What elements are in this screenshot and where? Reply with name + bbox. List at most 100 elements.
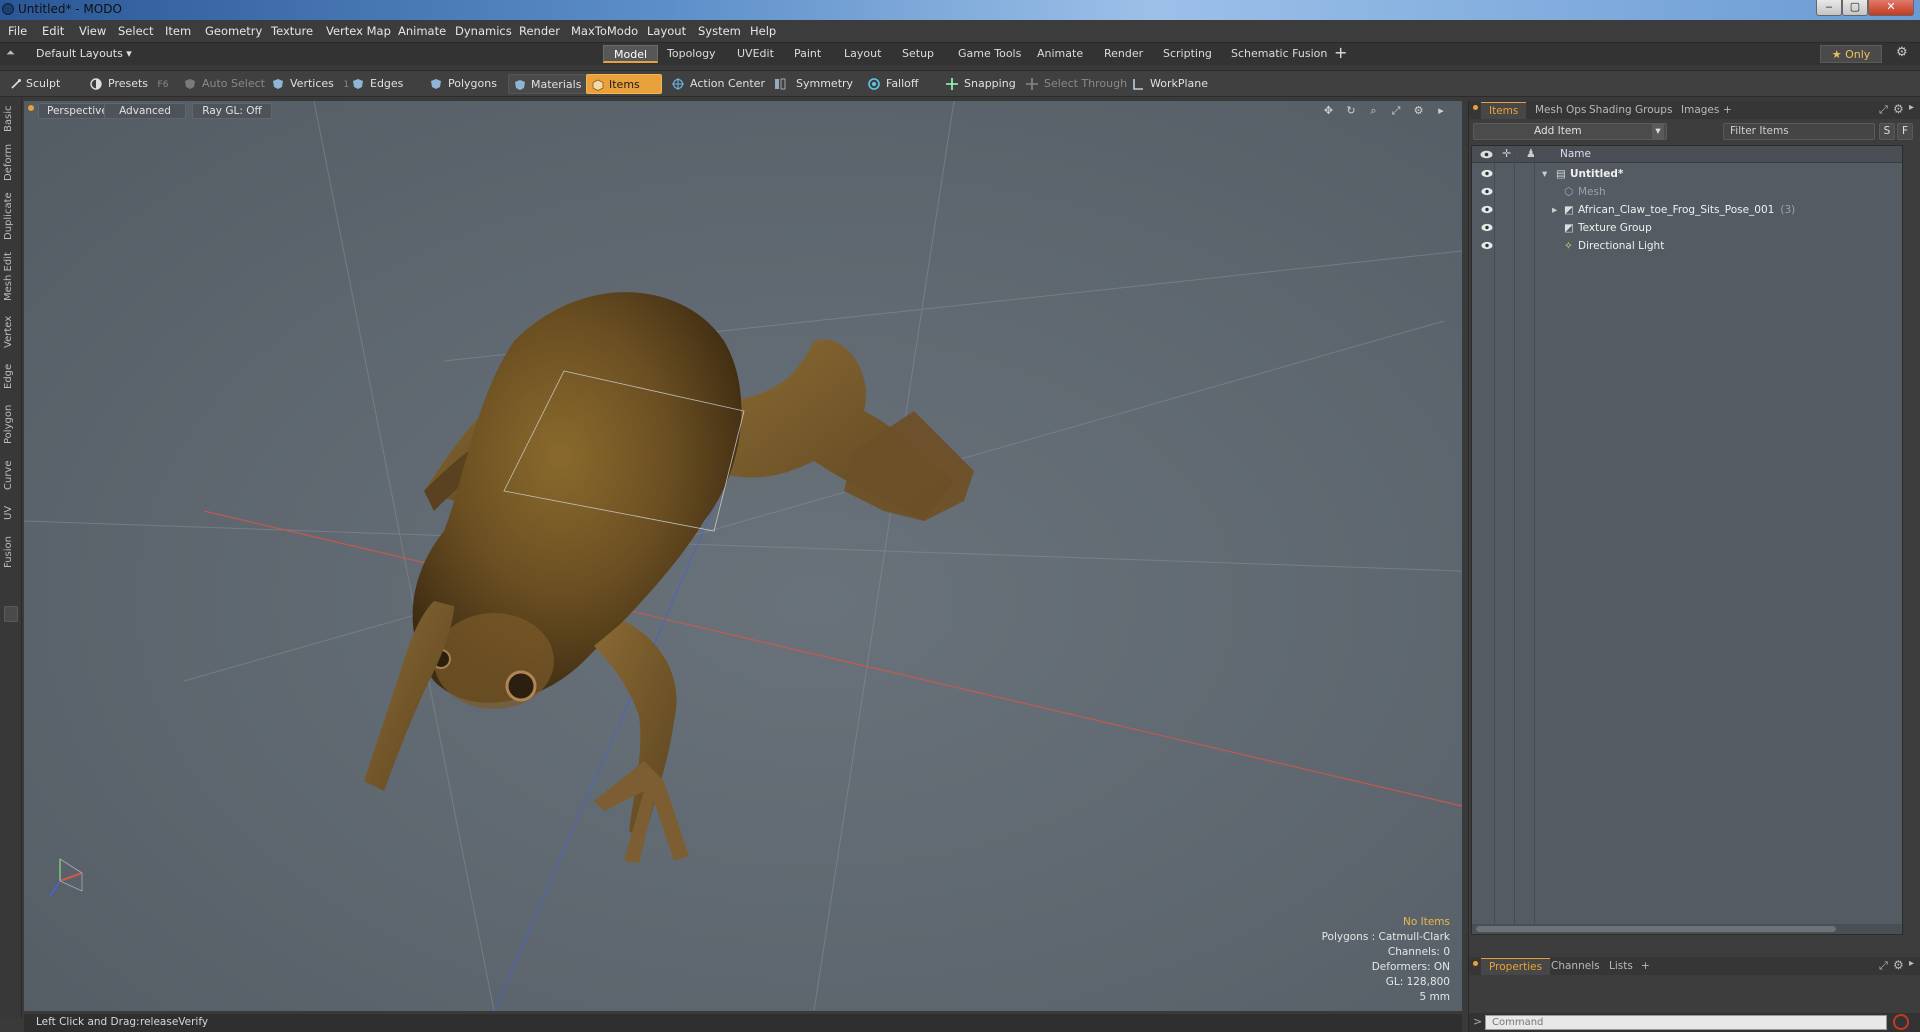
- visibility-eye-icon[interactable]: [1481, 241, 1493, 250]
- filter-s-button[interactable]: S: [1879, 123, 1895, 140]
- raygl-toggle[interactable]: Ray GL: Off: [192, 103, 272, 119]
- menu-geometry[interactable]: Geometry: [205, 24, 262, 38]
- viewport-expand-icon[interactable]: ▸: [1434, 104, 1448, 118]
- viewport-settings-icon[interactable]: ⚙: [1412, 104, 1426, 118]
- vtab-duplicate[interactable]: Duplicate: [3, 190, 19, 242]
- collapse-arrow-icon[interactable]: ▾: [1542, 165, 1547, 183]
- panel-expand-icon[interactable]: ⤢: [1879, 959, 1888, 973]
- vtab-edge[interactable]: Edge: [3, 360, 19, 392]
- tab-items[interactable]: Items: [1481, 102, 1527, 119]
- workplane-button[interactable]: WorkPlane: [1130, 74, 1208, 94]
- maximize-button[interactable]: ▢: [1842, 0, 1868, 16]
- items-mode-button[interactable]: Items: [586, 74, 662, 94]
- vtab-fusion[interactable]: Fusion: [3, 532, 19, 572]
- panel-arrow-icon[interactable]: ▸: [1909, 958, 1914, 969]
- menu-maxtomodo[interactable]: MaxToModo: [571, 24, 638, 38]
- menu-help[interactable]: Help: [750, 24, 776, 38]
- tab-uvedit[interactable]: UVEdit: [727, 45, 784, 63]
- panel-gear-icon[interactable]: ⚙: [1893, 958, 1904, 972]
- lock-column-icon[interactable]: ✛: [1502, 147, 1511, 160]
- tab-scripting[interactable]: Scripting: [1153, 45, 1222, 63]
- list-item-directional-light[interactable]: ✧ Directional Light: [1472, 237, 1902, 255]
- menu-texture[interactable]: Texture: [271, 24, 313, 38]
- menu-item[interactable]: Item: [165, 24, 191, 38]
- tab-paint[interactable]: Paint: [784, 45, 831, 63]
- vertices-button[interactable]: Vertices 1: [270, 74, 349, 94]
- frog-model[interactable]: [364, 292, 974, 863]
- visibility-eye-icon[interactable]: [1481, 205, 1493, 214]
- snapping-button[interactable]: Snapping: [944, 74, 1016, 94]
- fit-view-icon[interactable]: ⤢: [1389, 104, 1403, 118]
- tab-setup[interactable]: Setup: [892, 45, 944, 63]
- command-input[interactable]: Command: [1485, 1015, 1887, 1030]
- action-center-button[interactable]: Action Center: [670, 74, 765, 94]
- menu-render[interactable]: Render: [519, 24, 560, 38]
- add-layout-tab-button[interactable]: +: [1334, 43, 1347, 62]
- layout-pin-icon[interactable]: ⏶: [6, 46, 15, 60]
- command-stop-icon[interactable]: [1893, 1014, 1909, 1030]
- materials-button[interactable]: Materials: [508, 74, 589, 94]
- menu-file[interactable]: File: [8, 24, 27, 38]
- tab-model[interactable]: Model: [603, 45, 659, 63]
- vtab-deform[interactable]: Deform: [3, 142, 19, 182]
- tab-animate[interactable]: Animate: [1027, 45, 1093, 63]
- vtab-polygon[interactable]: Polygon: [3, 400, 19, 448]
- tab-topology[interactable]: Topology: [657, 45, 726, 63]
- panel-gear-icon[interactable]: ⚙: [1893, 102, 1904, 116]
- close-window-button[interactable]: ✕: [1868, 0, 1914, 16]
- symmetry-button[interactable]: Symmetry: [772, 74, 853, 94]
- falloff-button[interactable]: Falloff: [866, 74, 918, 94]
- tab-render[interactable]: Render: [1094, 45, 1153, 63]
- sculpt-button[interactable]: Sculpt: [8, 74, 60, 94]
- tab-game-tools[interactable]: Game Tools: [948, 45, 1031, 63]
- list-item-frog-mesh[interactable]: ▸ ◩ African_Claw_toe_Frog_Sits_Pose_001(…: [1472, 201, 1902, 219]
- panel-expand-icon[interactable]: ⤢: [1879, 103, 1888, 117]
- visibility-eye-icon[interactable]: [1481, 223, 1493, 232]
- panel-menu-dot[interactable]: [1473, 961, 1478, 966]
- auto-select-button[interactable]: Auto Select: [182, 74, 265, 94]
- menu-system[interactable]: System: [698, 24, 741, 38]
- edges-button[interactable]: Edges 2: [350, 74, 439, 94]
- list-item-texture-group[interactable]: ◩ Texture Group: [1472, 219, 1902, 237]
- add-panel-tab-button[interactable]: +: [1633, 958, 1658, 975]
- menu-view[interactable]: View: [79, 24, 106, 38]
- vtab-curve[interactable]: Curve: [3, 456, 19, 494]
- column-name[interactable]: Name: [1560, 148, 1591, 160]
- select-through-button[interactable]: Select Through: [1024, 74, 1127, 94]
- expand-arrow-icon[interactable]: ▸: [1552, 201, 1557, 219]
- presets-button[interactable]: Presets F6: [88, 74, 168, 94]
- vtab-expand-handle[interactable]: [4, 606, 18, 622]
- menu-edit[interactable]: Edit: [42, 24, 64, 38]
- zoom-view-icon[interactable]: ⌕: [1367, 104, 1381, 118]
- gear-icon[interactable]: ⚙: [1896, 45, 1908, 60]
- tab-layout[interactable]: Layout: [834, 45, 891, 63]
- panel-arrow-icon[interactable]: ▸: [1909, 102, 1914, 113]
- list-horizontal-scrollbar[interactable]: [1472, 924, 1902, 934]
- 3d-viewport[interactable]: Perspective Advanced Ray GL: Off ✥ ↻ ⌕ ⤢…: [24, 101, 1462, 1011]
- view-mode-dropdown[interactable]: Perspective: [38, 103, 108, 119]
- only-toggle[interactable]: ★ Only: [1820, 45, 1882, 63]
- scrollbar-thumb[interactable]: [1476, 926, 1836, 932]
- vtab-uv[interactable]: UV: [3, 502, 19, 524]
- visibility-eye-icon[interactable]: [1481, 169, 1493, 178]
- list-item-mesh[interactable]: ⬡ Mesh: [1472, 183, 1902, 201]
- list-item-scene[interactable]: ▾ ▤ Untitled*: [1472, 165, 1902, 183]
- rotate-view-icon[interactable]: ↻: [1344, 104, 1358, 118]
- shading-dropdown[interactable]: Advanced: [104, 103, 186, 119]
- minimize-button[interactable]: ‒: [1816, 0, 1842, 16]
- visibility-column-eye-icon[interactable]: [1480, 150, 1493, 159]
- tab-channels[interactable]: Channels: [1543, 958, 1608, 975]
- filter-f-button[interactable]: F: [1897, 123, 1913, 140]
- visibility-eye-icon[interactable]: [1481, 187, 1493, 196]
- vtab-basic[interactable]: Basic: [3, 104, 19, 134]
- move-view-icon[interactable]: ✥: [1322, 104, 1336, 118]
- viewport-menu-dot[interactable]: [28, 105, 34, 111]
- filter-items-input[interactable]: Filter Items: [1723, 123, 1875, 140]
- layout-selector[interactable]: Default Layouts ▾: [36, 47, 132, 60]
- menu-vertex-map[interactable]: Vertex Map: [326, 24, 391, 38]
- vtab-vertex[interactable]: Vertex: [3, 312, 19, 352]
- menu-dynamics[interactable]: Dynamics: [455, 24, 512, 38]
- tab-schematic-fusion[interactable]: Schematic Fusion: [1221, 45, 1337, 63]
- menu-animate[interactable]: Animate: [398, 24, 446, 38]
- panel-menu-dot[interactable]: [1473, 105, 1478, 110]
